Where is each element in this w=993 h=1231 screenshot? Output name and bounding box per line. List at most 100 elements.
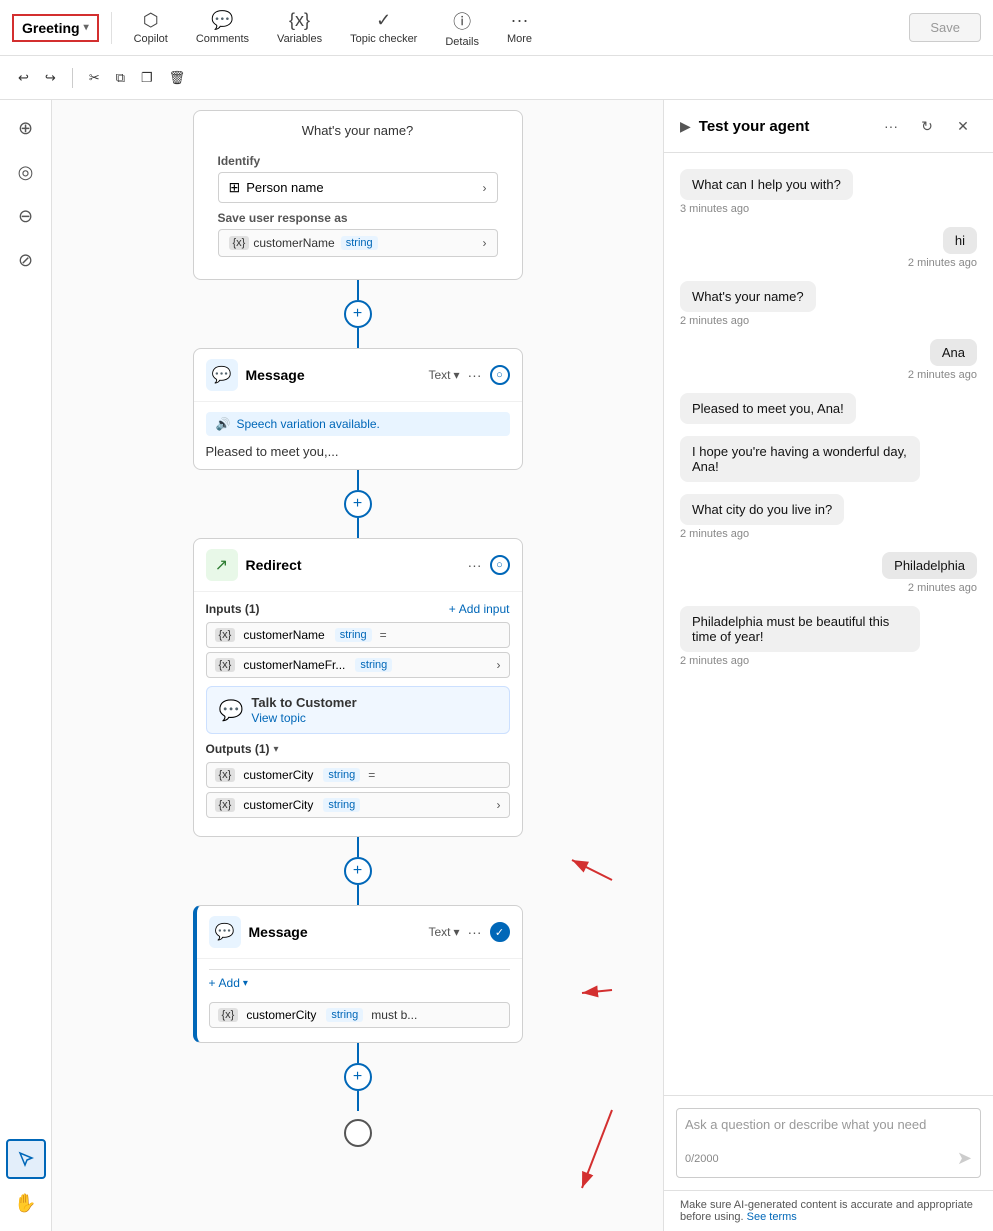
output-var-icon-1: {x} bbox=[215, 768, 236, 782]
msg-bubble: Ana bbox=[930, 339, 977, 366]
redirect-title: Redirect bbox=[246, 557, 460, 573]
more-label: More bbox=[507, 33, 532, 45]
talk-customer-box: 💬 Talk to Customer View topic bbox=[206, 686, 510, 734]
canvas-area[interactable]: What's your name? Identify ⊞ Person name… bbox=[52, 100, 663, 1231]
connector-1 bbox=[357, 280, 359, 300]
add-node-button-4[interactable]: + bbox=[344, 1063, 372, 1091]
variables-button[interactable]: {x} Variables bbox=[267, 6, 332, 49]
right-panel-header: ▶ Test your agent ··· ↻ ✕ bbox=[664, 100, 993, 153]
details-button[interactable]: ⓘ Details bbox=[435, 4, 489, 52]
output-from-name: customerCity bbox=[243, 798, 313, 812]
comments-button[interactable]: 💬 Comments bbox=[186, 6, 259, 49]
output-type-1: string bbox=[323, 768, 360, 782]
output-row-1: {x} customerCity string = bbox=[206, 762, 510, 788]
input-from-row-1[interactable]: {x} customerNameFr... string › bbox=[206, 652, 510, 678]
inputs-label: Inputs (1) bbox=[206, 602, 260, 616]
copy-button[interactable]: ⧉ bbox=[110, 66, 131, 90]
variables-icon: {x} bbox=[289, 10, 310, 31]
panel-close-button[interactable]: ✕ bbox=[949, 112, 977, 140]
chat-placeholder: Ask a question or describe what you need bbox=[685, 1117, 972, 1132]
panel-refresh-button[interactable]: ↻ bbox=[913, 112, 941, 140]
input-from-type-1: string bbox=[355, 658, 392, 672]
chat-input-box[interactable]: Ask a question or describe what you need… bbox=[676, 1108, 981, 1178]
msg-time: 3 minutes ago bbox=[680, 203, 749, 215]
message-more-button-2[interactable]: ··· bbox=[468, 924, 482, 940]
target-button[interactable]: ◎ bbox=[6, 152, 46, 192]
node-check-2: ✓ bbox=[490, 922, 510, 942]
add-content-button[interactable]: + Add ▾ bbox=[209, 976, 248, 990]
identify-chevron-icon: › bbox=[483, 181, 487, 195]
connector-3 bbox=[357, 470, 359, 490]
msg-bubble: Philadelphia must be beautiful this time… bbox=[680, 606, 920, 652]
toolbar-divider bbox=[111, 12, 112, 44]
message-node-2-header: 💬 Message Text ▾ ··· ✓ bbox=[197, 906, 522, 959]
message-text-1: Pleased to meet you,... bbox=[206, 444, 510, 459]
message-icon-1: 💬 bbox=[206, 359, 238, 391]
add-node-button-2[interactable]: + bbox=[344, 490, 372, 518]
topic-checker-icon: ✓ bbox=[376, 10, 391, 31]
hand-button[interactable]: ✋ bbox=[6, 1183, 46, 1223]
topic-checker-button[interactable]: ✓ Topic checker bbox=[340, 6, 427, 49]
var-row[interactable]: {x} customerName string › bbox=[218, 229, 498, 257]
comments-label: Comments bbox=[196, 33, 249, 45]
chat-input-footer: 0/2000 ➤ bbox=[685, 1148, 972, 1169]
message-type-badge-1[interactable]: Text ▾ bbox=[428, 368, 459, 382]
msg-bubble: What can I help you with? bbox=[680, 169, 853, 200]
add-input-button[interactable]: + Add input bbox=[449, 602, 510, 616]
chat-message-8: Philadelphia must be beautiful this time… bbox=[680, 606, 920, 667]
add-node-button-3[interactable]: + bbox=[344, 857, 372, 885]
msg-bubble: hi bbox=[943, 227, 977, 254]
talk-title: Talk to Customer bbox=[251, 695, 356, 710]
save-button[interactable]: Save bbox=[909, 13, 981, 42]
redo-button[interactable]: ↪ bbox=[39, 66, 62, 90]
talk-info: Talk to Customer View topic bbox=[251, 695, 356, 725]
output-equals: = bbox=[368, 768, 375, 782]
identify-row[interactable]: ⊞ Person name › bbox=[218, 172, 498, 203]
outputs-label: Outputs (1) bbox=[206, 742, 270, 756]
zoom-out-button[interactable]: ⊖ bbox=[6, 196, 46, 236]
msg-var-name: customerCity bbox=[246, 1008, 316, 1022]
redirect-more-button[interactable]: ··· bbox=[468, 557, 482, 573]
greeting-button[interactable]: Greeting ▾ bbox=[12, 14, 99, 42]
msg-time: 2 minutes ago bbox=[680, 528, 749, 540]
output-chevron: › bbox=[497, 798, 501, 812]
message-type-badge-2[interactable]: Text ▾ bbox=[428, 925, 459, 939]
more-button[interactable]: ··· More bbox=[497, 6, 542, 49]
var-chevron-icon: › bbox=[483, 236, 487, 250]
zoom-in-button[interactable]: ⊕ bbox=[6, 108, 46, 148]
details-label: Details bbox=[445, 36, 479, 48]
view-topic-link[interactable]: View topic bbox=[251, 711, 305, 725]
question-text: What's your name? bbox=[206, 123, 510, 138]
delete-button[interactable]: 🗑 bbox=[163, 66, 192, 90]
undo-button[interactable]: ↩ bbox=[12, 66, 35, 90]
input-var-icon-1: {x} bbox=[215, 628, 236, 642]
block-button[interactable]: ⊘ bbox=[6, 240, 46, 280]
paste-button[interactable]: ❐ bbox=[135, 66, 159, 90]
outputs-section: Outputs (1) ▾ {x} customerCity string = … bbox=[206, 742, 510, 818]
see-terms-link[interactable]: See terms bbox=[747, 1211, 797, 1223]
panel-more-button[interactable]: ··· bbox=[877, 112, 905, 140]
send-button[interactable]: ➤ bbox=[957, 1148, 972, 1169]
connector-6 bbox=[357, 885, 359, 905]
chat-container[interactable]: What can I help you with? 3 minutes ago … bbox=[664, 153, 993, 1095]
add-icon: + bbox=[209, 976, 216, 990]
message-node-1-title: Message bbox=[246, 367, 421, 383]
message-more-button-1[interactable]: ··· bbox=[468, 367, 482, 383]
chat-message-1: hi 2 minutes ago bbox=[908, 227, 977, 269]
redirect-node: ↗ Redirect ··· ○ Inputs (1) + Ad bbox=[193, 538, 523, 837]
message-node-1-header: 💬 Message Text ▾ ··· ○ bbox=[194, 349, 522, 402]
output-from-row-1[interactable]: {x} customerCity string › bbox=[206, 792, 510, 818]
main-content: ⊕ ◎ ⊖ ⊘ ✋ What's your name? Identify bbox=[0, 100, 993, 1231]
speech-icon: 🔊 bbox=[216, 417, 231, 431]
chat-message-5: I hope you're having a wonderful day, An… bbox=[680, 436, 920, 482]
add-input-label: Add input bbox=[459, 602, 510, 616]
outputs-header[interactable]: Outputs (1) ▾ bbox=[206, 742, 510, 756]
message-node-1: 💬 Message Text ▾ ··· ○ 🔊 Speech variatio… bbox=[193, 348, 523, 470]
connector-4 bbox=[357, 518, 359, 538]
question-node-body: Identify ⊞ Person name › Save user respo… bbox=[206, 144, 510, 267]
add-node-button-1[interactable]: + bbox=[344, 300, 372, 328]
copilot-button[interactable]: ⬡ Copilot bbox=[124, 6, 178, 49]
cut-button[interactable]: ✂ bbox=[83, 66, 106, 90]
greeting-label: Greeting bbox=[22, 20, 80, 36]
select-button[interactable] bbox=[6, 1139, 46, 1179]
